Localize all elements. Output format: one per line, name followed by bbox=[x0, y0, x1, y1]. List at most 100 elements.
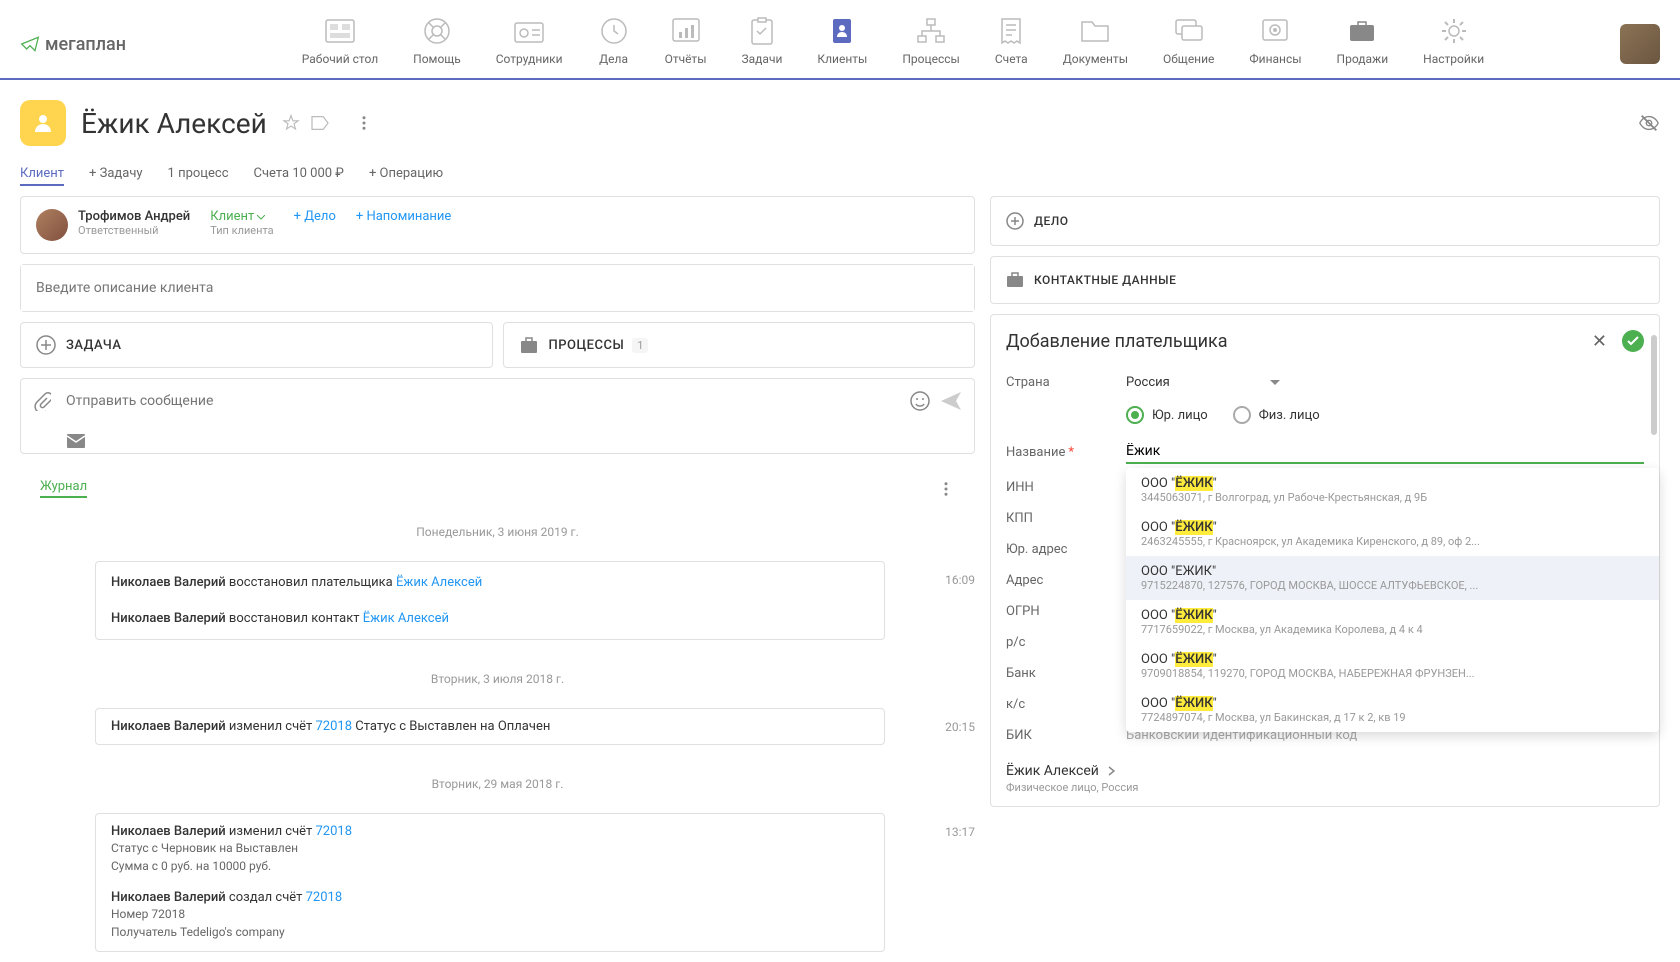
tab-process[interactable]: 1 процесс bbox=[168, 166, 229, 186]
add-reminder-link[interactable]: + Напоминание bbox=[356, 209, 451, 224]
close-button[interactable]: ✕ bbox=[1592, 331, 1607, 352]
suggestion-item[interactable]: ООО "ЕЖИК"9715224870, 127576, ГОРОД МОСК… bbox=[1126, 556, 1659, 600]
emoji-icon[interactable] bbox=[910, 391, 930, 411]
star-icon[interactable] bbox=[282, 114, 300, 132]
radio-icon bbox=[1126, 406, 1144, 424]
client-type[interactable]: Клиент bbox=[210, 209, 273, 224]
nav-employees[interactable]: Сотрудники bbox=[481, 10, 578, 78]
log-block: Николаев Валерий изменил счёт 72018 Стат… bbox=[95, 813, 885, 952]
plus-circle-icon bbox=[36, 335, 56, 355]
check-icon bbox=[1627, 336, 1639, 346]
logo[interactable]: мегаплан bbox=[20, 34, 126, 55]
logo-icon bbox=[20, 34, 40, 54]
nav-chat[interactable]: Общение bbox=[1148, 10, 1229, 78]
tab-add-task[interactable]: + Задачу bbox=[89, 166, 143, 186]
briefcase-small-icon bbox=[519, 336, 539, 354]
bank-label: Банк bbox=[1006, 666, 1126, 681]
log-link[interactable]: Ёжик Алексей bbox=[363, 611, 449, 626]
process-card[interactable]: ПРОЦЕССЫ 1 bbox=[503, 322, 976, 368]
owner-avatar[interactable] bbox=[36, 209, 68, 241]
log-time: 13:17 bbox=[945, 813, 975, 851]
more-icon[interactable] bbox=[355, 114, 373, 132]
country-label: Страна bbox=[1006, 375, 1126, 390]
description-input[interactable] bbox=[21, 265, 974, 311]
tab-client[interactable]: Клиент bbox=[20, 166, 64, 186]
owner-role: Ответственный bbox=[78, 224, 190, 237]
contacts-panel[interactable]: КОНТАКТНЫЕ ДАННЫЕ bbox=[990, 256, 1660, 304]
chevron-right-icon bbox=[1107, 766, 1115, 776]
nav-reports[interactable]: Отчёты bbox=[650, 10, 722, 78]
radio-legal[interactable]: Юр. лицо bbox=[1126, 406, 1208, 424]
legal-addr-label: Юр. адрес bbox=[1006, 542, 1126, 557]
suggestion-item[interactable]: ООО "ЁЖИК"3445063071, г Волгоград, ул Ра… bbox=[1126, 468, 1659, 512]
nav-finance[interactable]: Финансы bbox=[1234, 10, 1316, 78]
journal-more-icon[interactable] bbox=[937, 480, 955, 498]
owner-name: Трофимов Андрей bbox=[78, 209, 190, 224]
suggestion-item[interactable]: ООО "ЁЖИК"9709018854, 119270, ГОРОД МОСК… bbox=[1126, 644, 1659, 688]
tag-icon[interactable] bbox=[310, 115, 330, 131]
clipboard-icon bbox=[746, 15, 778, 47]
gear-icon bbox=[1438, 15, 1470, 47]
date-separator: Вторник, 3 июля 2018 г. bbox=[20, 660, 975, 698]
clock-icon bbox=[598, 15, 630, 47]
owner-card: Трофимов Андрей Ответственный Клиент Тип… bbox=[20, 196, 975, 254]
ogrn-label: ОГРН bbox=[1006, 604, 1126, 619]
message-input[interactable] bbox=[66, 393, 900, 409]
existing-payer[interactable]: Ёжик Алексей Физическое лицо, Россия bbox=[991, 751, 1659, 806]
journal-tab[interactable]: Журнал bbox=[40, 479, 87, 498]
tab-add-operation[interactable]: + Операцию bbox=[369, 166, 443, 186]
nav-tasks[interactable]: Задачи bbox=[727, 10, 798, 78]
radio-individual[interactable]: Физ. лицо bbox=[1233, 406, 1320, 424]
confirm-button[interactable] bbox=[1622, 330, 1644, 352]
kpp-label: КПП bbox=[1006, 511, 1126, 526]
receipt-icon bbox=[995, 15, 1027, 47]
mail-icon[interactable] bbox=[66, 433, 86, 449]
contacts-icon bbox=[826, 15, 858, 47]
nav-processes[interactable]: Процессы bbox=[887, 10, 975, 78]
chart-icon bbox=[670, 15, 702, 47]
add-deal-link[interactable]: + Дело bbox=[294, 209, 336, 224]
log-link[interactable]: 72018 bbox=[315, 824, 352, 839]
suggestion-item[interactable]: ООО "ЁЖИК"7717659022, г Москва, ул Акаде… bbox=[1126, 600, 1659, 644]
log-block: Николаев Валерий восстановил плательщика… bbox=[95, 561, 885, 640]
paperclip-icon[interactable] bbox=[33, 391, 51, 411]
desktop-icon bbox=[324, 15, 356, 47]
log-link[interactable]: Ёжик Алексей bbox=[396, 575, 482, 590]
ks-label: к/с bbox=[1006, 697, 1126, 712]
visibility-off-icon[interactable] bbox=[1638, 112, 1660, 134]
nav-clients[interactable]: Клиенты bbox=[802, 10, 882, 78]
nav-invoices[interactable]: Счета bbox=[980, 10, 1043, 78]
suggestion-item[interactable]: ООО "ЁЖИК"7724897074, г Москва, ул Бакин… bbox=[1126, 688, 1659, 732]
nav-desktop[interactable]: Рабочий стол bbox=[287, 10, 393, 78]
tab-invoices[interactable]: Счета 10 000 ₽ bbox=[254, 166, 344, 186]
log-link[interactable]: 72018 bbox=[306, 890, 343, 905]
suggestion-item[interactable]: ООО "ЁЖИК"2463245555, г Красноярск, ул А… bbox=[1126, 512, 1659, 556]
payer-form-title: Добавление плательщика bbox=[1006, 331, 1228, 352]
name-input[interactable] bbox=[1126, 440, 1644, 464]
workflow-icon bbox=[915, 15, 947, 47]
briefcase-tiny-icon bbox=[1006, 272, 1024, 288]
client-type-label: Тип клиента bbox=[210, 224, 273, 237]
user-avatar[interactable] bbox=[1620, 24, 1660, 64]
deal-panel[interactable]: ДЕЛО bbox=[990, 196, 1660, 246]
send-icon[interactable] bbox=[940, 391, 962, 411]
log-link[interactable]: 72018 bbox=[315, 719, 352, 734]
folder-icon bbox=[1079, 15, 1111, 47]
task-card[interactable]: ЗАДАЧА bbox=[20, 322, 493, 368]
log-time: 16:09 bbox=[945, 561, 975, 599]
rs-label: р/с bbox=[1006, 635, 1126, 650]
nav-sales[interactable]: Продажи bbox=[1322, 10, 1404, 78]
badge-icon bbox=[513, 15, 545, 47]
nav-settings[interactable]: Настройки bbox=[1408, 10, 1499, 78]
nav-help[interactable]: Помощь bbox=[398, 10, 476, 78]
name-label: Название* bbox=[1006, 445, 1126, 460]
date-separator: Понедельник, 3 июня 2019 г. bbox=[20, 513, 975, 551]
person-icon bbox=[32, 112, 54, 134]
inn-label: ИНН bbox=[1006, 480, 1126, 495]
plus-circle-icon bbox=[1006, 212, 1024, 230]
country-select[interactable]: Россия bbox=[1126, 375, 1644, 390]
nav-affairs[interactable]: Дела bbox=[583, 10, 645, 78]
chat-icon bbox=[1173, 15, 1205, 47]
suggestions-dropdown: ООО "ЁЖИК"3445063071, г Волгоград, ул Ра… bbox=[1126, 468, 1659, 732]
nav-documents[interactable]: Документы bbox=[1048, 10, 1143, 78]
